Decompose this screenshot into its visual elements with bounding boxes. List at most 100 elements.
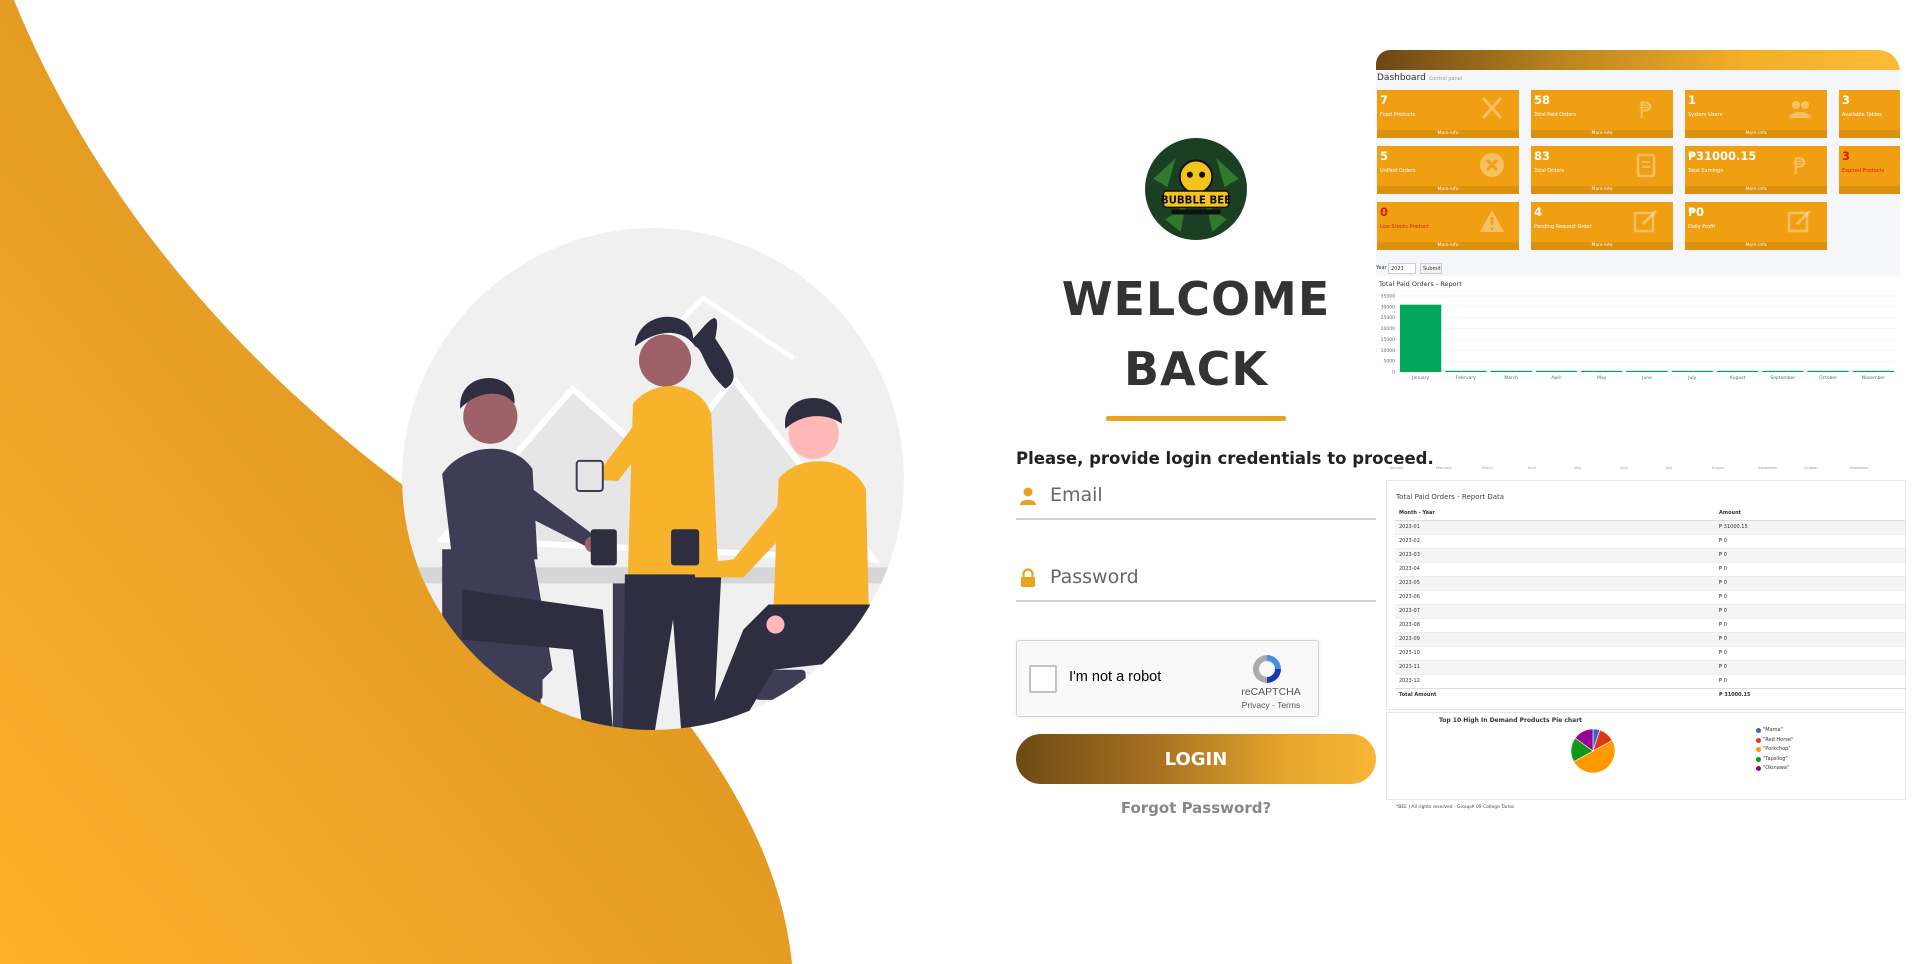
tile-label: Daily Profit [1688,224,1716,230]
legend-swatch [1756,766,1761,771]
bar [1581,370,1623,372]
table-row: 2023-04 ₱ 0 [1395,561,1905,576]
legend-label: "Tapsilog" [1763,755,1788,762]
bar [1807,370,1849,372]
tile-more-info[interactable]: More info [1377,242,1519,250]
faint-tick-label: February [1436,466,1452,470]
tile-low-stocks: 0 Low Stocks Product More info [1377,202,1519,250]
report-table: Month - Year Amount 2023-01 ₱ 31000.15 20… [1395,506,1905,702]
faint-tick-label: January [1390,466,1404,470]
col-month-year: Month - Year [1395,506,1715,521]
bar [1852,370,1894,372]
recaptcha-checkbox[interactable] [1029,665,1057,693]
welcome-line-1: WELCOME [1061,272,1331,326]
x-tick-label: October [1819,375,1837,381]
tile-more-info[interactable]: More info [1685,130,1827,138]
cell-amount: ₱ 0 [1715,547,1905,562]
user-icon [1020,487,1036,505]
faint-tick-label: September [1758,466,1778,470]
edit-icon [1787,209,1812,233]
chart-title: Total Paid Orders - Report [1379,280,1462,288]
bar [1535,370,1578,372]
email-input[interactable] [1050,478,1370,512]
email-field [1016,474,1376,520]
faint-tick-label: May [1574,466,1582,470]
year-label: Year [1376,265,1387,271]
tile-label: Expired Products [1842,168,1885,174]
bar-chart: 35000 30000 25000 20000 15000 10000 5000 0 Janua… [1381,294,1896,381]
password-field [1016,556,1376,602]
table-row: 2023-02 ₱ 0 [1395,533,1905,548]
tile-more-info[interactable]: More info [1531,130,1673,138]
forgot-password-link[interactable]: Forgot Password? [1016,799,1376,817]
tile-value: 5 [1380,149,1389,163]
tile-more-info[interactable]: More info [1377,130,1519,138]
year-filter: Year 2023 Submit [1376,260,1900,276]
bar [1490,370,1532,372]
tile-more-info[interactable]: More info [1377,186,1519,194]
legend-label: "Porkchop" [1763,746,1791,752]
table-row: 2023-01 ₱ 31000.15 [1395,519,1905,534]
welcome-heading: WELCOME BACK [1016,264,1376,404]
password-input[interactable] [1050,560,1370,594]
faint-tick-label: April [1528,466,1536,470]
svg-text:₱: ₱ [1793,155,1807,178]
cell-amount: ₱ 0 [1715,603,1905,618]
bar [1671,370,1713,372]
legend-label: "Okinawa" [1763,765,1790,771]
bar [1400,304,1442,372]
report-title: Total Paid Orders - Report Data [1396,493,1505,501]
tile-food-products: 7 Food Products More info [1377,90,1519,138]
tile-label: System Users [1688,112,1723,118]
peso-icon: ₱ [1639,99,1653,122]
bubble-bee-logo: BUBBLE BEE [1145,138,1247,240]
cell-month: 2023-01 [1395,519,1715,534]
tile-system-users: 1 System Users More info [1685,90,1827,138]
login-button[interactable]: LOGIN [1016,734,1376,784]
faint-tick-label: November [1850,466,1869,470]
x-tick-label: November [1862,375,1886,381]
cell-amount: ₱ 0 [1715,589,1905,604]
tile-available-tables: 3 Available Tables [1839,90,1900,138]
y-tick-label: 15000 [1381,337,1395,343]
tile-daily-profit: ₱0 Daily Profit More info [1685,202,1827,250]
bar [1716,370,1759,372]
faint-tick-label: June [1620,466,1628,470]
login-page: BUBBLE BEE WELCOME BACK Please, provide … [0,0,1920,964]
tile-more-info[interactable]: More info [1685,242,1827,250]
cell-amount: ₱ 0 [1715,617,1905,632]
tile-value: ₱0 [1688,205,1705,219]
paid-orders-chart: Total Paid Orders - Report 35000 30000 250… [1376,276,1900,400]
users-icon [1789,101,1811,118]
cell-month: 2023-02 [1395,533,1715,548]
legend-item: "Porkchop" [1756,745,1793,755]
tile-label: Total Orders [1534,168,1565,174]
cell-month: 2023-04 [1395,561,1715,576]
tile-value: 4 [1534,205,1543,219]
submit-button[interactable]: Submit [1420,263,1442,274]
cell-month: 2023-07 [1395,603,1715,618]
tile-label: Total Earnings [1688,168,1723,174]
y-tick-label: 20000 [1381,326,1395,332]
x-tick-label: January [1411,375,1429,381]
legend-item: "Red Horse" [1756,736,1793,746]
recaptcha-privacy-terms[interactable]: Privacy - Terms [1229,700,1313,710]
tile-more-info[interactable]: More info [1685,186,1827,194]
report-data-card: Total Paid Orders - Report Data Month - … [1386,480,1906,710]
legend-label: "Mama" [1763,727,1783,733]
tile-total-orders: 83 Total Orders More info [1531,146,1673,194]
legend-swatch [1756,747,1761,752]
pie-chart [1570,728,1616,774]
year-select[interactable]: 2023 [1388,263,1416,274]
products-pie-card: Top 10 High In Demand Products Pie chart… [1386,712,1906,800]
clipboard-icon [1636,153,1656,178]
tile-more-info[interactable]: More info [1531,186,1673,194]
tile-footer [1839,130,1900,138]
recaptcha-brand: reCAPTCHA [1241,686,1301,698]
heading-underline [1106,416,1286,421]
cell-month: 2023-10 [1395,645,1715,660]
x-tick-label: August [1730,375,1746,381]
tile-value: 3 [1842,93,1851,107]
recaptcha-label: I'm not a robot [1069,669,1162,685]
tile-more-info[interactable]: More info [1531,242,1673,250]
